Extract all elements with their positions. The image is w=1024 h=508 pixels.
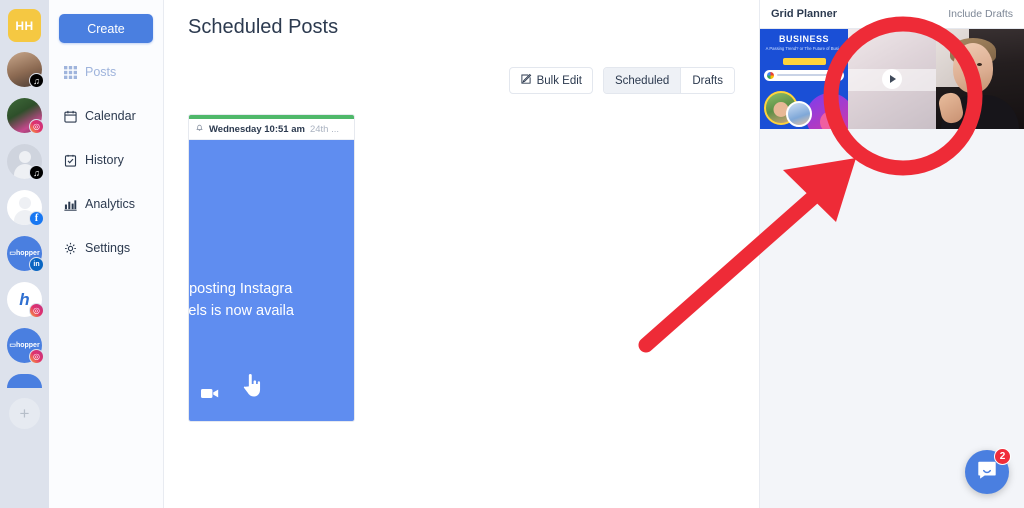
gear-icon bbox=[63, 241, 77, 255]
page-title: Scheduled Posts bbox=[188, 16, 339, 38]
tiktok-icon: ♫ bbox=[29, 165, 44, 180]
post-card-header: Wednesday 10:51 am 24th ... bbox=[189, 119, 354, 140]
calendar-icon bbox=[63, 109, 77, 123]
business-tile-subline: A Passing Trend? or The Future of Busi..… bbox=[765, 46, 843, 51]
sidebar-item-posts[interactable]: Posts bbox=[49, 57, 163, 87]
bell-icon bbox=[195, 123, 204, 135]
decorative-blob-small bbox=[820, 111, 842, 129]
post-preview-line-1: to posting Instagra bbox=[189, 281, 293, 297]
include-drafts-toggle[interactable]: Include Drafts bbox=[948, 8, 1013, 20]
account-avatar-instagram-2[interactable]: h ◎ bbox=[7, 282, 44, 318]
chat-bubble-icon bbox=[976, 459, 998, 486]
sidebar-item-settings[interactable]: Settings bbox=[49, 233, 163, 263]
sidebar-item-analytics[interactable]: Analytics bbox=[49, 189, 163, 219]
grid-tile-business-graphic[interactable]: BUSINESS A Passing Trend? or The Future … bbox=[760, 29, 848, 129]
grid-tile-selfie-video[interactable] bbox=[936, 29, 1024, 129]
bulk-edit-button[interactable]: Bulk Edit bbox=[508, 67, 593, 94]
nav-sidebar: Create Posts Calendar History Analytics … bbox=[49, 0, 164, 508]
grid-planner-title: Grid Planner bbox=[771, 8, 838, 20]
play-triangle bbox=[890, 75, 896, 83]
grid-tile-video-play[interactable] bbox=[848, 29, 936, 129]
person-photo-2 bbox=[786, 101, 812, 127]
view-segmented-control: Scheduled Drafts bbox=[602, 67, 735, 94]
tab-drafts[interactable]: Drafts bbox=[681, 68, 734, 93]
sidebar-item-label: Posts bbox=[85, 65, 117, 79]
app-root: HH ♫ ◎ ♫ f ▭hopper in h ◎ ▭hopper ◎ + Cr… bbox=[0, 0, 1024, 508]
account-avatar-tiktok-1[interactable]: ♫ bbox=[7, 52, 44, 88]
post-preview-icons bbox=[201, 372, 261, 405]
play-icon[interactable] bbox=[882, 69, 902, 89]
grid-planner-header: Grid Planner Include Drafts bbox=[760, 0, 1024, 29]
instagram-icon: ◎ bbox=[29, 303, 44, 318]
edit-pencil-icon bbox=[520, 73, 532, 88]
sidebar-item-history[interactable]: History bbox=[49, 145, 163, 175]
tiktok-icon: ♫ bbox=[29, 73, 44, 88]
facebook-icon: f bbox=[29, 211, 44, 226]
sidebar-item-label: Settings bbox=[85, 241, 131, 255]
sidebar-item-label: History bbox=[85, 153, 124, 167]
person-eye-left bbox=[965, 63, 971, 66]
linkedin-icon: in bbox=[29, 257, 44, 272]
sidebar-item-label: Calendar bbox=[85, 109, 136, 123]
grid-planner-row: BUSINESS A Passing Trend? or The Future … bbox=[760, 29, 1024, 129]
brand-logo[interactable]: HH bbox=[8, 9, 41, 42]
account-avatar-instagram-3[interactable]: ▭hopper ◎ bbox=[7, 328, 44, 364]
grid-planner-panel: Grid Planner Include Drafts BUSINESS A P… bbox=[760, 0, 1024, 508]
account-avatar-instagram-1[interactable]: ◎ bbox=[7, 98, 44, 134]
account-avatar-tiktok-2[interactable]: ♫ bbox=[7, 144, 44, 180]
avatar bbox=[7, 374, 42, 388]
scheduled-post-card[interactable]: Wednesday 10:51 am 24th ... to posting I… bbox=[188, 114, 355, 422]
account-avatar-linkedin[interactable]: ▭hopper in bbox=[7, 236, 44, 272]
history-checklist-icon bbox=[63, 153, 77, 167]
sidebar-item-label: Analytics bbox=[85, 197, 136, 211]
pointing-hand-icon bbox=[241, 372, 261, 405]
business-tile-cta bbox=[782, 57, 826, 65]
bulk-edit-label: Bulk Edit bbox=[536, 74, 582, 87]
post-preview-line-2: usels is now availa bbox=[189, 303, 294, 320]
create-button[interactable]: Create bbox=[59, 14, 153, 43]
instagram-icon: ◎ bbox=[29, 349, 44, 364]
business-tile-headline: BUSINESS bbox=[778, 34, 829, 44]
unread-count-badge: 2 bbox=[994, 448, 1011, 465]
account-rail: HH ♫ ◎ ♫ f ▭hopper in h ◎ ▭hopper ◎ + bbox=[0, 0, 49, 508]
video-camera-icon bbox=[201, 387, 219, 405]
post-preview-text: to posting Instagra usels is now availa bbox=[189, 278, 354, 323]
search-button-shape bbox=[834, 71, 841, 79]
sidebar-item-calendar[interactable]: Calendar bbox=[49, 101, 163, 131]
bar-chart-icon bbox=[63, 197, 77, 211]
main-content: Scheduled Posts Bulk Edit Scheduled Draf… bbox=[164, 0, 760, 508]
tab-scheduled[interactable]: Scheduled bbox=[603, 68, 681, 93]
post-time-label: Wednesday 10:51 am bbox=[209, 123, 305, 135]
account-avatar-facebook[interactable]: f bbox=[7, 190, 44, 226]
google-icon bbox=[767, 71, 774, 79]
add-account-button[interactable]: + bbox=[9, 398, 40, 429]
post-date-label: 24th ... bbox=[309, 123, 339, 135]
account-avatar-partial[interactable] bbox=[7, 374, 42, 388]
search-placeholder-line bbox=[777, 74, 831, 77]
grid-icon bbox=[63, 65, 77, 79]
business-tile-footer bbox=[760, 86, 848, 129]
business-tile-search-bar bbox=[764, 69, 844, 81]
post-preview[interactable]: to posting Instagra usels is now availa bbox=[189, 140, 354, 421]
instagram-icon: ◎ bbox=[29, 119, 44, 134]
toolbar: Bulk Edit Scheduled Drafts bbox=[188, 67, 735, 94]
business-tile-header: BUSINESS A Passing Trend? or The Future … bbox=[760, 29, 848, 54]
intercom-chat-button[interactable]: 2 bbox=[965, 448, 1011, 494]
